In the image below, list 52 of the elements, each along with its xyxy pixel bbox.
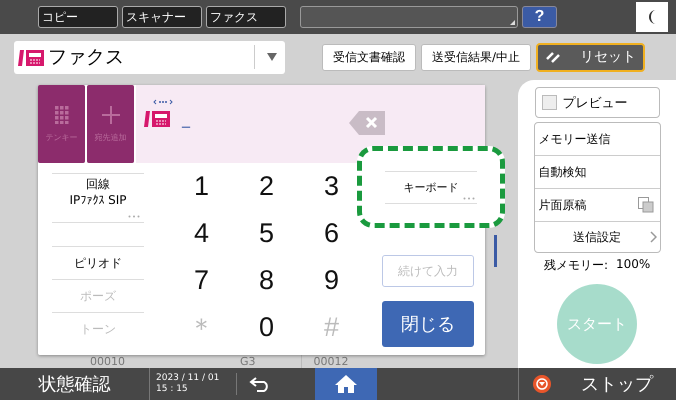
dropdown-caret-icon <box>267 53 277 61</box>
keypad-key[interactable]: 2 <box>258 171 274 202</box>
function-tab[interactable]: コピー <box>38 6 118 28</box>
date-text: 2023 / 11 / 01 <box>156 373 220 384</box>
reset-icon <box>546 51 560 63</box>
stop-button[interactable]: ストップ <box>518 368 676 400</box>
input-cursor: _ <box>182 109 190 128</box>
mode-value: ファクス <box>48 45 124 70</box>
resize-grip-icon <box>510 20 515 25</box>
home-icon <box>334 374 358 394</box>
setting-item[interactable]: メモリー送信 <box>534 123 660 156</box>
energy-saver-button[interactable] <box>636 2 668 32</box>
simplex-icon <box>638 197 654 213</box>
list-entry: G3 <box>240 355 256 368</box>
setting-item[interactable]: 片面原稿 <box>534 189 660 222</box>
keypad-key[interactable]: 9 <box>324 265 340 296</box>
send-settings-button[interactable]: 送信設定 <box>534 222 660 252</box>
memory-value: 100% <box>616 257 650 273</box>
chevron-icon <box>650 231 657 243</box>
keypad-key[interactable]: 6 <box>324 218 340 249</box>
more-icon <box>128 214 140 218</box>
keypad-key[interactable]: 4 <box>194 218 210 249</box>
list-entry: 00010 <box>90 355 125 368</box>
option-item[interactable]: ピリオド <box>52 246 144 279</box>
more-icon <box>463 196 475 200</box>
home-button[interactable] <box>315 368 377 400</box>
keypad-key[interactable]: 3 <box>324 171 340 202</box>
stop-icon <box>533 375 551 393</box>
plus-icon <box>102 106 120 124</box>
keypad-icon <box>54 106 68 124</box>
keypad-key[interactable]: 0 <box>258 312 274 343</box>
memory-label: 残メモリー: <box>544 257 608 274</box>
keypad-key[interactable]: 7 <box>194 265 210 296</box>
scrollbar[interactable] <box>494 235 497 267</box>
help-button[interactable]: ? <box>522 6 557 28</box>
status-button[interactable]: 状態確認 <box>0 368 150 400</box>
function-tab[interactable]: スキャナー <box>122 6 202 28</box>
function-tab[interactable]: ファクス <box>206 6 286 28</box>
keyboard-button[interactable]: キーボード <box>385 170 477 204</box>
setting-item[interactable]: 自動検知 <box>534 156 660 189</box>
header-button[interactable]: 送受信結果/中止 <box>421 44 532 70</box>
header-button[interactable]: 受信文書確認 <box>322 44 416 70</box>
line-option[interactable]: 回線 IPﾌｧｸｽ SIP <box>52 173 144 222</box>
keypad-key[interactable]: 5 <box>258 218 274 249</box>
close-button[interactable]: 閉じる <box>382 301 474 347</box>
keypad-key[interactable]: 8 <box>258 265 274 296</box>
time-text: 15 : 15 <box>156 384 189 395</box>
preview-checkbox[interactable]: プレビュー <box>534 87 660 118</box>
reset-button[interactable]: リセット <box>536 42 646 72</box>
mode-dropdown[interactable]: ファクス <box>14 40 285 74</box>
keypad-key[interactable]: 1 <box>194 171 210 202</box>
back-icon[interactable] <box>249 376 271 392</box>
